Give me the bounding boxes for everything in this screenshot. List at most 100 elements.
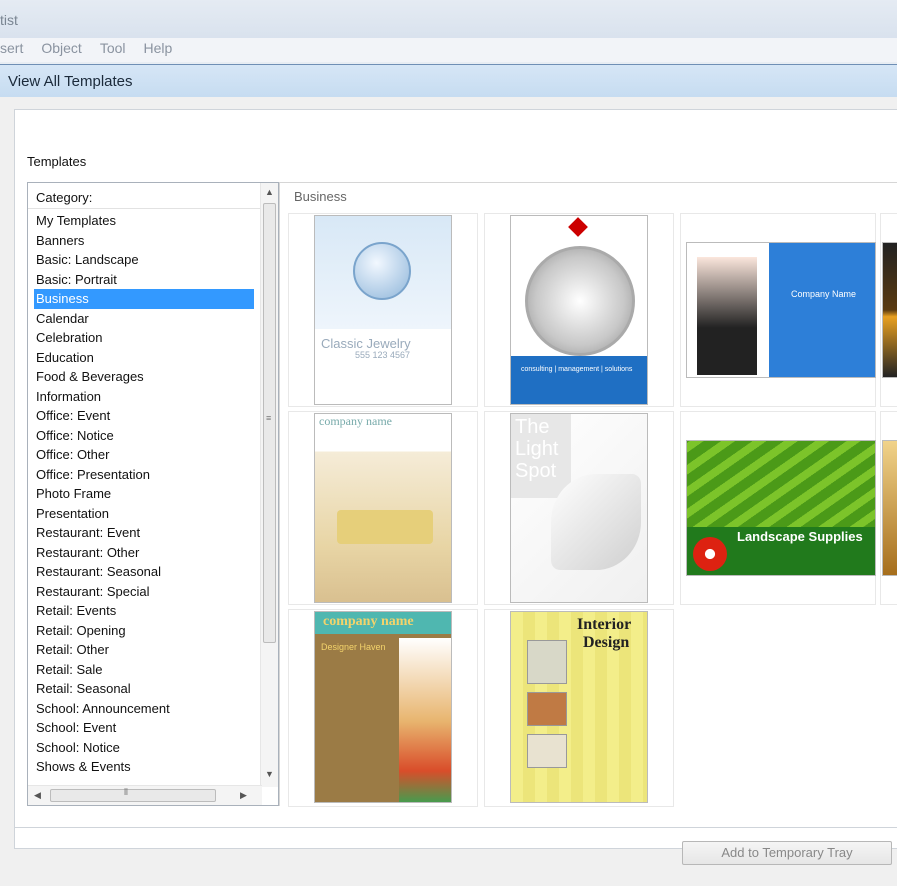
category-item[interactable]: Education <box>34 348 254 368</box>
hgrip-icon: ⦀ <box>124 787 128 797</box>
menu-tool[interactable]: Tool <box>100 38 126 62</box>
category-item[interactable]: Food & Beverages <box>34 367 254 387</box>
template-company: company name <box>319 414 392 428</box>
category-item[interactable]: Retail: Events <box>34 601 254 621</box>
interior-photo-3 <box>527 734 567 768</box>
menu-bar: sert Object Tool Help <box>0 38 897 62</box>
category-item[interactable]: Retail: Seasonal <box>34 679 254 699</box>
template-preview: consulting | management | solutions <box>510 215 648 405</box>
template-thumb-4[interactable] <box>880 213 897 407</box>
category-item[interactable]: Shows & Events <box>34 757 254 777</box>
category-header: Category: <box>28 183 278 209</box>
businesswoman-photo <box>697 257 757 375</box>
logo-icon <box>568 217 588 237</box>
category-item[interactable]: Basic: Landscape <box>34 250 254 270</box>
category-item[interactable]: Presentation <box>34 504 254 524</box>
pocket-watch-icon <box>353 242 411 300</box>
category-item[interactable]: School: Announcement <box>34 699 254 719</box>
menu-help[interactable]: Help <box>144 38 173 62</box>
scroll-down-icon[interactable]: ▼ <box>265 769 274 779</box>
category-item[interactable]: Calendar <box>34 309 254 329</box>
template-line2: Light <box>515 438 559 460</box>
category-item[interactable]: Office: Other <box>34 445 254 465</box>
category-item[interactable]: Restaurant: Special <box>34 582 254 602</box>
template-preview: Classic Jewelry 555 123 4567 <box>314 215 452 405</box>
template-preview <box>882 242 897 378</box>
dialog-body: Templates Category: My Templates Banners B… <box>14 109 897 849</box>
template-preview: Interior Design <box>510 611 648 803</box>
template-line2: Design <box>583 634 630 651</box>
scroll-thumb[interactable] <box>263 203 276 643</box>
app-title-bar: tist <box>0 0 897 38</box>
app-title: tist <box>0 12 18 28</box>
category-item[interactable]: Retail: Sale <box>34 660 254 680</box>
template-preview: The Light Spot <box>510 413 648 603</box>
scroll-up-icon[interactable]: ▲ <box>265 187 274 197</box>
flower-icon <box>693 537 727 571</box>
category-list: My Templates Banners Basic: Landscape Basic… <box>34 211 254 777</box>
template-title: Landscape Supplies <box>737 529 863 544</box>
template-thumb-9[interactable]: company name Designer Haven <box>288 609 478 807</box>
category-item[interactable]: School: Notice <box>34 738 254 758</box>
category-vertical-scrollbar[interactable]: ▲ ≡ ▼ <box>260 183 278 787</box>
grip-icon: ≡ <box>266 413 272 423</box>
category-item[interactable]: Office: Notice <box>34 426 254 446</box>
dialog-title: View All Templates <box>0 65 897 97</box>
template-preview: company name Designer Haven <box>314 611 452 803</box>
template-preview: Landscape Supplies <box>686 440 876 576</box>
category-item[interactable]: Banners <box>34 231 254 251</box>
interior-photo-2 <box>527 692 567 726</box>
category-item[interactable]: Information <box>34 387 254 407</box>
template-title: Classic Jewelry <box>321 336 411 351</box>
category-list-panel: Category: My Templates Banners Basic: Land… <box>27 182 279 806</box>
template-tagline: consulting | management | solutions <box>521 366 633 373</box>
template-thumb-8[interactable] <box>880 411 897 605</box>
category-item[interactable]: Retail: Other <box>34 640 254 660</box>
category-item[interactable]: Retail: Opening <box>34 621 254 641</box>
template-preview: company name <box>314 413 452 603</box>
template-gallery: Business Classic Jewelry 555 123 4567 co… <box>279 182 897 807</box>
category-horizontal-scrollbar[interactable]: ◀ ⦀ ▶ <box>28 785 262 805</box>
gallery-category-label: Business <box>294 189 347 204</box>
menu-insert[interactable]: sert <box>0 38 23 62</box>
category-item[interactable]: Basic: Portrait <box>34 270 254 290</box>
category-item[interactable]: Office: Presentation <box>34 465 254 485</box>
view-all-templates-dialog: View All Templates Templates Category: M… <box>0 64 897 886</box>
template-thumb-1[interactable]: Classic Jewelry 555 123 4567 <box>288 213 478 407</box>
template-preview <box>882 440 897 576</box>
interior-photo-1 <box>527 640 567 684</box>
template-thumb-2[interactable]: consulting | management | solutions <box>484 213 674 407</box>
compass-icon <box>525 246 635 356</box>
template-phone: 555 123 4567 <box>355 350 411 360</box>
scroll-left-icon[interactable]: ◀ <box>34 790 41 801</box>
category-item[interactable]: Restaurant: Event <box>34 523 254 543</box>
scroll-right-icon[interactable]: ▶ <box>240 790 247 801</box>
template-thumb-5[interactable]: company name <box>288 411 478 605</box>
template-company: company name <box>323 614 414 629</box>
category-item[interactable]: School: Event <box>34 718 254 738</box>
category-item[interactable]: Office: Event <box>34 406 254 426</box>
add-to-temporary-tray-button[interactable]: Add to Temporary Tray <box>682 841 892 865</box>
templates-label: Templates <box>27 154 87 169</box>
template-thumb-6[interactable]: The Light Spot <box>484 411 674 605</box>
template-thumb-10[interactable]: Interior Design <box>484 609 674 807</box>
template-line3: Spot <box>515 460 557 482</box>
hscroll-thumb[interactable] <box>50 789 216 802</box>
decor-photo <box>399 638 451 802</box>
category-item[interactable]: Photo Frame <box>34 484 254 504</box>
category-item[interactable]: Business <box>34 289 254 309</box>
template-preview: Company Name <box>686 242 876 378</box>
template-company: Company Name <box>791 289 857 299</box>
template-thumb-3[interactable]: Company Name <box>680 213 876 407</box>
menu-object[interactable]: Object <box>41 38 81 62</box>
template-line1: The <box>515 416 550 438</box>
footer-separator <box>14 827 897 828</box>
template-thumb-7[interactable]: Landscape Supplies <box>680 411 876 605</box>
category-item[interactable]: Restaurant: Other <box>34 543 254 563</box>
category-item[interactable]: My Templates <box>34 211 254 231</box>
template-subtitle: Designer Haven <box>321 642 386 652</box>
armchair-photo <box>337 510 433 544</box>
category-item[interactable]: Celebration <box>34 328 254 348</box>
category-item[interactable]: Restaurant: Seasonal <box>34 562 254 582</box>
paper-curl-icon <box>551 474 641 570</box>
